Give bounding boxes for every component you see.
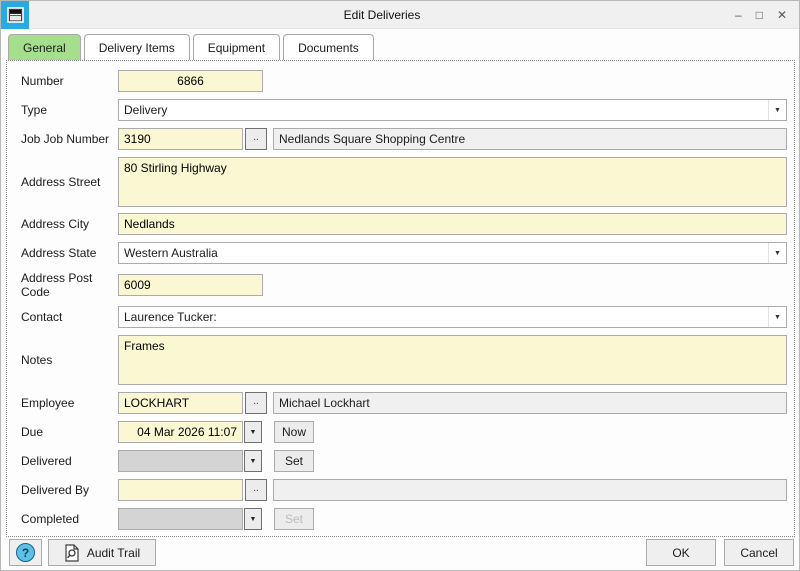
chevron-down-icon[interactable]: ▼ [768,307,786,327]
audit-trail-button[interactable]: Audit Trail [48,539,156,566]
row-employee: Employee .. Michael Lockhart [14,392,787,414]
type-select[interactable]: Delivery ▼ [118,99,787,121]
contact-selected-value: Laurence Tucker: [124,310,217,324]
job-number-input[interactable] [118,128,243,150]
row-completed: Completed ▼ Set [14,508,787,530]
job-number-label: Job Job Number [14,132,118,146]
cancel-button[interactable]: Cancel [724,539,794,566]
row-address-street: Address Street 80 Stirling Highway [14,157,787,207]
title-bar: Edit Deliveries – □ ✕ [1,1,799,29]
contact-select[interactable]: Laurence Tucker: ▼ [118,306,787,328]
contact-label: Contact [14,310,118,324]
row-address-post-code: Address Post Code [14,271,787,299]
delivered-label: Delivered [14,454,118,468]
chevron-down-icon[interactable]: ▼ [768,243,786,263]
address-street-label: Address Street [14,175,118,189]
address-post-code-input[interactable] [118,274,263,296]
row-due: Due ▼ Now [14,421,787,443]
completed-calendar-dropdown-icon: ▼ [244,508,262,530]
notes-label: Notes [14,353,118,367]
delivered-by-browse-button[interactable]: .. [245,479,267,501]
delivered-by-name-readonly [273,479,787,501]
window-controls: – □ ✕ [735,9,799,21]
type-label: Type [14,103,118,117]
tab-strip: General Delivery Items Equipment Documen… [8,34,374,60]
help-button[interactable]: ? [9,539,42,566]
address-city-label: Address City [14,217,118,231]
address-city-input[interactable] [118,213,787,235]
job-browse-button[interactable]: .. [245,128,267,150]
tab-general[interactable]: General [8,34,81,60]
address-state-selected-value: Western Australia [124,246,218,260]
minimize-icon[interactable]: – [735,9,742,21]
window-title: Edit Deliveries [29,8,735,22]
completed-set-button: Set [274,508,314,530]
completed-label: Completed [14,512,118,526]
address-state-label: Address State [14,246,118,260]
notes-textarea[interactable]: Frames [118,335,787,385]
window-glyph-icon [7,7,24,23]
address-state-select[interactable]: Western Australia ▼ [118,242,787,264]
general-tab-panel: Number Type Delivery ▼ Job Job Number ..… [6,60,795,537]
due-datetime-input[interactable] [118,421,243,443]
delivered-by-input[interactable] [118,479,243,501]
number-label: Number [14,74,118,88]
delivered-by-label: Delivered By [14,483,118,497]
delivered-set-button[interactable]: Set [274,450,314,472]
delivered-datetime-input[interactable] [118,450,243,472]
delivered-calendar-dropdown-icon[interactable]: ▼ [244,450,262,472]
edit-deliveries-dialog: Edit Deliveries – □ ✕ General Delivery I… [0,0,800,571]
row-type: Type Delivery ▼ [14,99,787,121]
due-now-button[interactable]: Now [274,421,314,443]
row-address-city: Address City [14,213,787,235]
row-delivered: Delivered ▼ Set [14,450,787,472]
employee-label: Employee [14,396,118,410]
row-contact: Contact Laurence Tucker: ▼ [14,306,787,328]
employee-input[interactable] [118,392,243,414]
chevron-down-icon[interactable]: ▼ [768,100,786,120]
row-address-state: Address State Western Australia ▼ [14,242,787,264]
row-delivered-by: Delivered By .. [14,479,787,501]
ok-button[interactable]: OK [646,539,716,566]
number-input[interactable] [118,70,263,92]
maximize-icon[interactable]: □ [756,9,763,21]
employee-name-readonly: Michael Lockhart [273,392,787,414]
row-number: Number [14,70,787,92]
audit-document-icon [64,544,80,562]
due-calendar-dropdown-icon[interactable]: ▼ [244,421,262,443]
row-notes: Notes Frames [14,335,787,385]
address-street-textarea[interactable]: 80 Stirling Highway [118,157,787,207]
tab-equipment[interactable]: Equipment [193,34,280,60]
tab-delivery-items[interactable]: Delivery Items [84,34,190,60]
employee-browse-button[interactable]: .. [245,392,267,414]
row-job-number: Job Job Number .. Nedlands Square Shoppi… [14,128,787,150]
audit-trail-label: Audit Trail [87,546,140,560]
help-icon: ? [16,543,35,562]
job-name-readonly: Nedlands Square Shopping Centre [273,128,787,150]
app-icon [1,1,29,29]
close-icon[interactable]: ✕ [777,9,787,21]
type-selected-value: Delivery [124,103,167,117]
address-post-code-label: Address Post Code [14,271,118,299]
due-label: Due [14,425,118,439]
tab-documents[interactable]: Documents [283,34,374,60]
completed-datetime-input [118,508,243,530]
